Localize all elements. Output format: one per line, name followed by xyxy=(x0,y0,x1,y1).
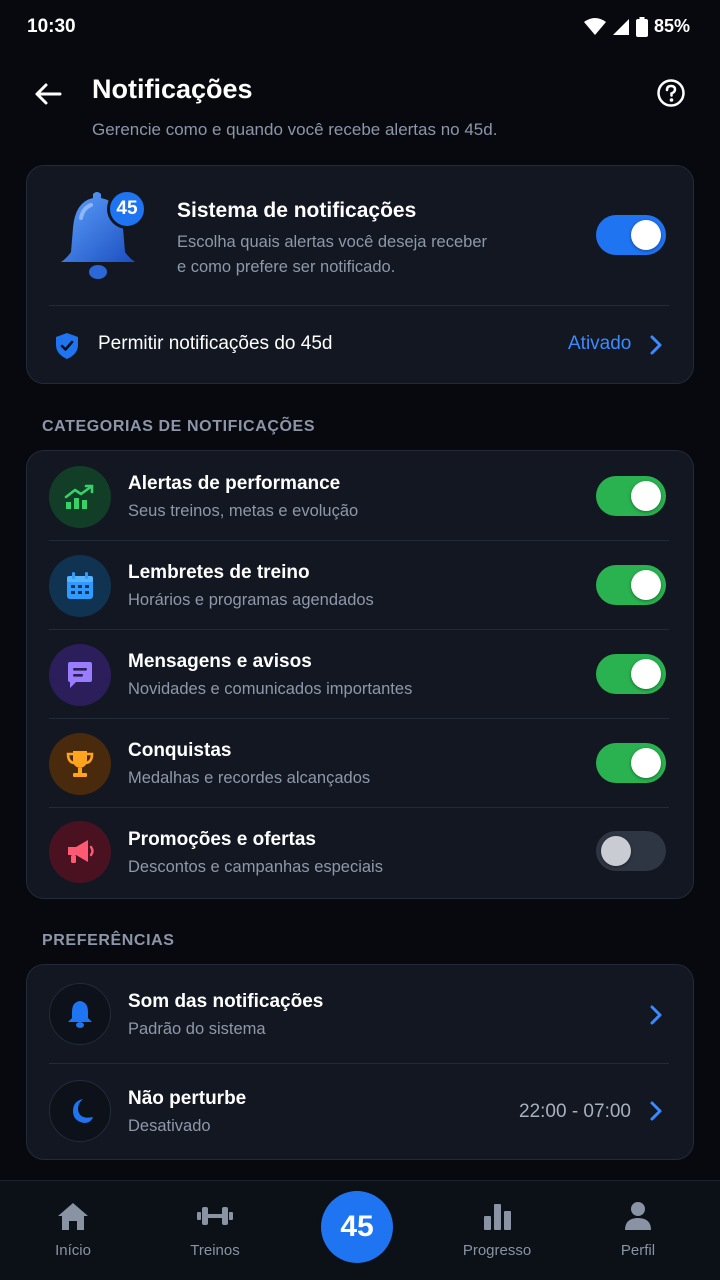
nav-profile-label: Perfil xyxy=(620,1242,656,1259)
app-badge: 45 xyxy=(107,189,147,229)
category-title: Mensagens e avisos xyxy=(128,651,312,672)
shield-check-icon xyxy=(56,333,78,359)
sound-subtitle: Padrão do sistema xyxy=(128,1020,266,1038)
promotions-toggle[interactable] xyxy=(596,831,666,871)
home-icon xyxy=(58,1203,88,1230)
system-notifications-toggle[interactable] xyxy=(596,215,666,255)
page-subtitle: Gerencie como e quando você recebe alert… xyxy=(92,120,498,139)
chevron-right-icon xyxy=(650,335,662,355)
app-badge-text: 45 xyxy=(116,198,138,219)
categories-section-title: CATEGORIAS DE NOTIFICAÇÕES xyxy=(42,418,316,435)
system-title: Sistema de notificações xyxy=(177,199,417,222)
nav-workouts-label: Treinos xyxy=(190,1242,240,1259)
battery-icon xyxy=(635,16,648,37)
calendar-icon xyxy=(67,572,93,599)
category-title: Lembretes de treino xyxy=(128,562,310,583)
category-row-messages: Mensagens e avisos Novidades e comunicad… xyxy=(27,629,693,718)
wifi-icon xyxy=(583,17,606,35)
trophy-icon xyxy=(66,751,94,777)
preferences-section-title: PREFERÊNCIAS xyxy=(42,932,175,949)
page-title: Notificações xyxy=(92,74,253,104)
category-icon-bg xyxy=(49,821,111,883)
user-icon xyxy=(625,1202,651,1230)
help-icon xyxy=(657,79,685,107)
dumbbell-icon xyxy=(197,1207,233,1225)
arrow-left-icon xyxy=(35,83,62,105)
system-description-line2: e como prefere ser notificado. xyxy=(177,258,396,276)
help-button[interactable] xyxy=(656,78,686,108)
do-not-disturb-row[interactable]: Não perturbe Desativado 22:00 - 07:00 xyxy=(27,1063,693,1161)
nav-progress-label: Progresso xyxy=(462,1242,532,1259)
toggle-knob xyxy=(631,220,661,250)
toggle-knob xyxy=(631,481,661,511)
preferences-card: Som das notificações Padrão do sistema N… xyxy=(26,964,694,1160)
category-subtitle: Seus treinos, metas e evolução xyxy=(128,502,359,520)
category-title: Conquistas xyxy=(128,740,232,761)
nav-progress[interactable]: Progresso xyxy=(447,1201,547,1259)
sound-icon-bg xyxy=(49,983,111,1045)
toggle-knob xyxy=(631,748,661,778)
cellular-signal-icon xyxy=(612,18,629,35)
nav-workouts[interactable]: Treinos xyxy=(165,1201,265,1259)
category-icon-bg xyxy=(49,555,111,617)
nav-home-label: Início xyxy=(55,1242,91,1259)
notification-system-card: 45 Sistema de notificações Escolha quais… xyxy=(26,165,694,384)
status-icons: 85% xyxy=(583,16,690,37)
category-icon-bg xyxy=(49,644,111,706)
chevron-right-icon xyxy=(650,1005,662,1025)
sound-title: Som das notificações xyxy=(128,991,324,1012)
notification-sound-row[interactable]: Som das notificações Padrão do sistema xyxy=(27,965,693,1063)
status-time: 10:30 xyxy=(27,16,76,37)
bottom-navigation: Início Treinos 45 Progresso Perfil xyxy=(0,1180,720,1280)
category-subtitle: Descontos e campanhas especiais xyxy=(128,858,383,876)
category-title: Promoções e ofertas xyxy=(128,829,316,850)
nav-center-label: 45 xyxy=(340,1210,374,1243)
moon-icon xyxy=(73,1099,93,1123)
nav-profile[interactable]: Perfil xyxy=(588,1201,688,1259)
message-icon xyxy=(68,662,92,688)
category-row-achievements: Conquistas Medalhas e recordes alcançado… xyxy=(27,718,693,807)
nav-center-logo-button[interactable]: 45 xyxy=(321,1191,393,1263)
chevron-right-icon xyxy=(650,1101,662,1121)
category-row-workout-reminders: Lembretes de treino Horários e programas… xyxy=(27,540,693,629)
category-subtitle: Horários e programas agendados xyxy=(128,591,374,609)
nav-home[interactable]: Início xyxy=(23,1201,123,1259)
megaphone-icon xyxy=(68,840,94,863)
bar-chart-icon xyxy=(484,1204,511,1230)
dnd-icon-bg xyxy=(49,1080,111,1142)
back-button[interactable] xyxy=(30,76,66,112)
toggle-knob xyxy=(601,836,631,866)
battery-percent: 85% xyxy=(653,16,690,36)
categories-card: Alertas de performance Seus treinos, met… xyxy=(26,450,694,899)
achievements-toggle[interactable] xyxy=(596,743,666,783)
category-icon-bg xyxy=(49,466,111,528)
dnd-subtitle: Desativado xyxy=(128,1117,211,1135)
toggle-knob xyxy=(631,570,661,600)
permission-status: Ativado xyxy=(568,333,632,354)
category-title: Alertas de performance xyxy=(128,473,341,494)
dnd-title: Não perturbe xyxy=(128,1088,247,1109)
workout-reminders-toggle[interactable] xyxy=(596,565,666,605)
category-row-performance: Alertas de performance Seus treinos, met… xyxy=(27,451,693,540)
system-description-line1: Escolha quais alertas você deseja recebe… xyxy=(177,233,488,251)
toggle-knob xyxy=(631,659,661,689)
permission-row[interactable]: Permitir notificações do 45d Ativado xyxy=(27,306,693,384)
messages-toggle[interactable] xyxy=(596,654,666,694)
category-icon-bg xyxy=(49,733,111,795)
category-row-promotions: Promoções e ofertas Descontos e campanha… xyxy=(27,807,693,899)
category-subtitle: Novidades e comunicados importantes xyxy=(128,680,413,698)
category-subtitle: Medalhas e recordes alcançados xyxy=(128,769,371,787)
bell-icon xyxy=(68,1001,92,1028)
trend-up-icon xyxy=(64,484,94,509)
dnd-schedule: 22:00 - 07:00 xyxy=(519,1101,631,1122)
permission-label: Permitir notificações do 45d xyxy=(98,333,333,354)
performance-alerts-toggle[interactable] xyxy=(596,476,666,516)
bell-illustration: 45 xyxy=(53,188,149,284)
